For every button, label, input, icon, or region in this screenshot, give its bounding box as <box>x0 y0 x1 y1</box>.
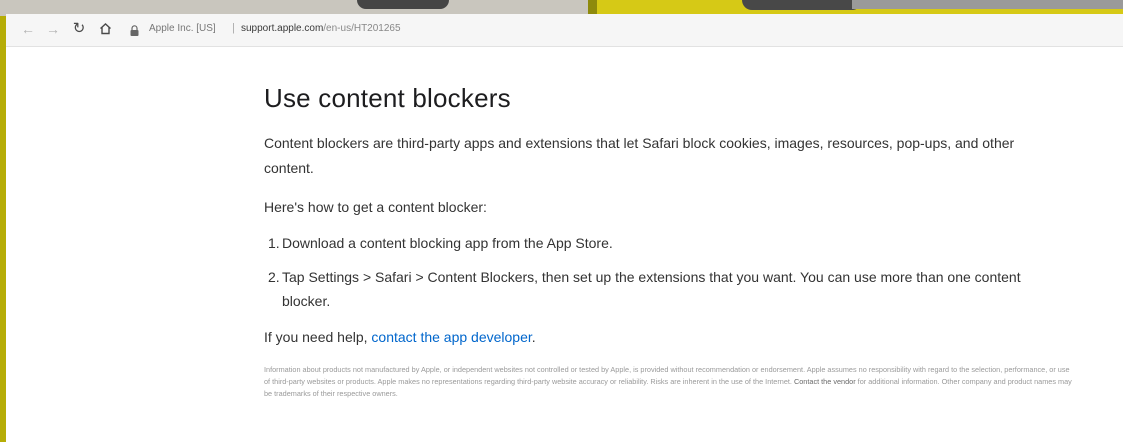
browser-toolbar: ← → ↻ Apple Inc. [US] | support.apple.co… <box>6 14 1123 47</box>
home-icon[interactable] <box>96 20 114 38</box>
contact-developer-link[interactable]: contact the app developer <box>371 329 531 345</box>
forward-arrow-icon[interactable]: → <box>44 20 62 38</box>
lock-icon[interactable] <box>130 23 144 37</box>
reload-icon[interactable]: ↻ <box>70 20 88 38</box>
help-suffix: . <box>531 329 536 345</box>
list-item: 2. Tap Settings > Safari > Content Blocke… <box>264 265 1064 313</box>
list-item: 1. Download a content blocking app from t… <box>264 231 1064 255</box>
url-domain: support.apple.com <box>241 23 324 34</box>
intro-paragraph: Content blockers are third-party apps an… <box>264 135 1015 176</box>
disclaimer-text: Information about products not manufactu… <box>264 364 1076 400</box>
url-path: /en-us/HT201265 <box>323 23 401 34</box>
url-field[interactable]: support.apple.com/en-us/HT201265 <box>241 23 401 34</box>
step-number: 2. <box>268 269 280 285</box>
url-separator: | <box>232 22 235 34</box>
steps-list: 1. Download a content blocking app from t… <box>264 231 1064 323</box>
page-title: Use content blockers <box>264 83 511 113</box>
back-arrow-icon[interactable]: ← <box>19 20 37 38</box>
help-paragraph: If you need help, contact the app develo… <box>264 329 536 345</box>
thumbnail-pane <box>852 0 1123 9</box>
step-text: Tap Settings > Safari > Content Blockers… <box>282 269 1021 309</box>
page-content: Use content blockers Content blockers ar… <box>6 47 1123 442</box>
device-thumbnail <box>742 0 862 10</box>
help-prefix: If you need help, <box>264 329 372 345</box>
device-thumbnail <box>357 0 449 9</box>
site-owner-label[interactable]: Apple Inc. [US] <box>149 23 216 34</box>
step-text: Download a content blocking app from the… <box>282 235 613 251</box>
step-number: 1. <box>268 235 280 251</box>
contact-vendor-link[interactable]: Contact the vendor <box>794 377 856 386</box>
howto-paragraph: Here's how to get a content blocker: <box>264 199 487 215</box>
